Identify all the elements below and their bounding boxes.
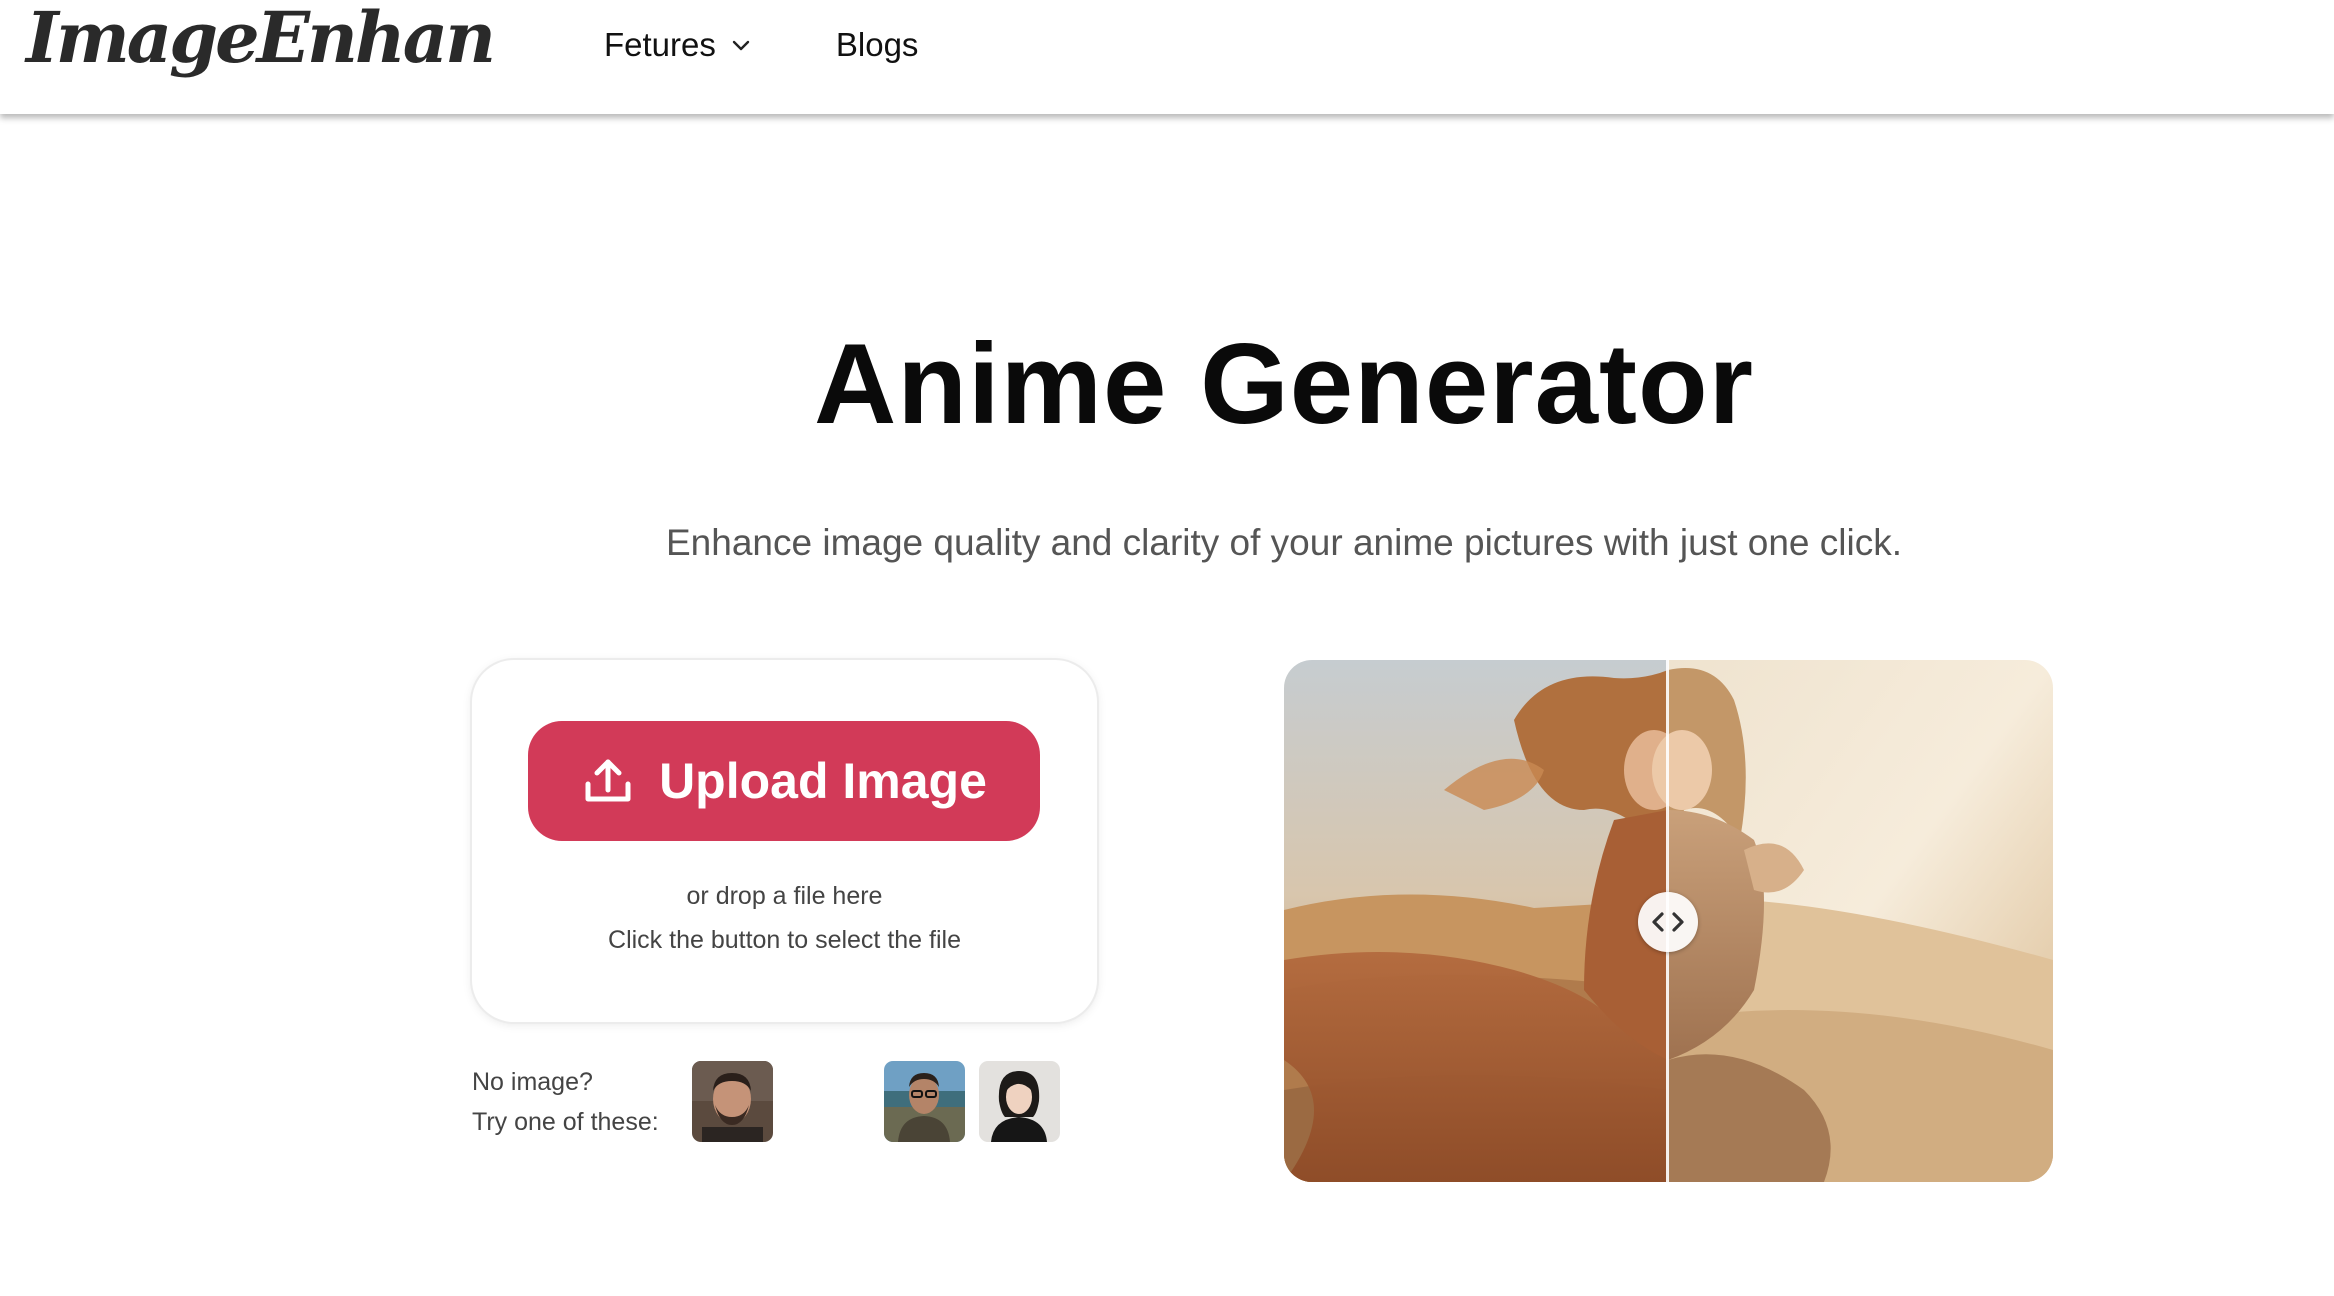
chevron-down-icon bbox=[730, 34, 752, 56]
sample-thumbnail-woman-portrait[interactable] bbox=[979, 1061, 1060, 1142]
logo[interactable]: ImageEnhan bbox=[26, 0, 496, 78]
page-subtitle: Enhance image quality and clarity of you… bbox=[666, 522, 1902, 563]
upload-button-label: Upload Image bbox=[659, 753, 987, 809]
nav-features-label: Fetures bbox=[604, 26, 716, 63]
sample-prompt-line2: Try one of these: bbox=[472, 1108, 659, 1136]
upload-icon bbox=[581, 754, 635, 808]
sample-thumbnail-man-glasses[interactable] bbox=[884, 1061, 965, 1142]
drop-hint-text: or drop a file here bbox=[686, 882, 883, 910]
upload-dropzone[interactable]: Upload Image or drop a file here Click t… bbox=[472, 660, 1097, 1022]
main-nav: Fetures Blogs bbox=[604, 22, 918, 68]
upload-image-button[interactable]: Upload Image bbox=[528, 721, 1040, 841]
drop-hint: or drop a file here Click the button to … bbox=[472, 874, 1097, 962]
before-after-comparison[interactable] bbox=[1284, 660, 2053, 1182]
sample-prompt: No image? Try one of these: bbox=[472, 1062, 659, 1142]
sample-prompt-line1: No image? bbox=[472, 1068, 593, 1096]
comparison-slider-handle[interactable] bbox=[1638, 892, 1698, 952]
click-hint-text: Click the button to select the file bbox=[608, 926, 961, 954]
site-header: ImageEnhan Fetures Blogs bbox=[0, 0, 2334, 114]
sample-thumbnail-man-beard[interactable] bbox=[692, 1061, 773, 1142]
nav-blogs[interactable]: Blogs bbox=[836, 26, 919, 64]
left-right-arrows-icon bbox=[1648, 910, 1688, 934]
nav-features[interactable]: Fetures bbox=[604, 26, 752, 64]
nav-blogs-label: Blogs bbox=[835, 26, 919, 63]
page-title: Anime Generator bbox=[814, 321, 1754, 448]
